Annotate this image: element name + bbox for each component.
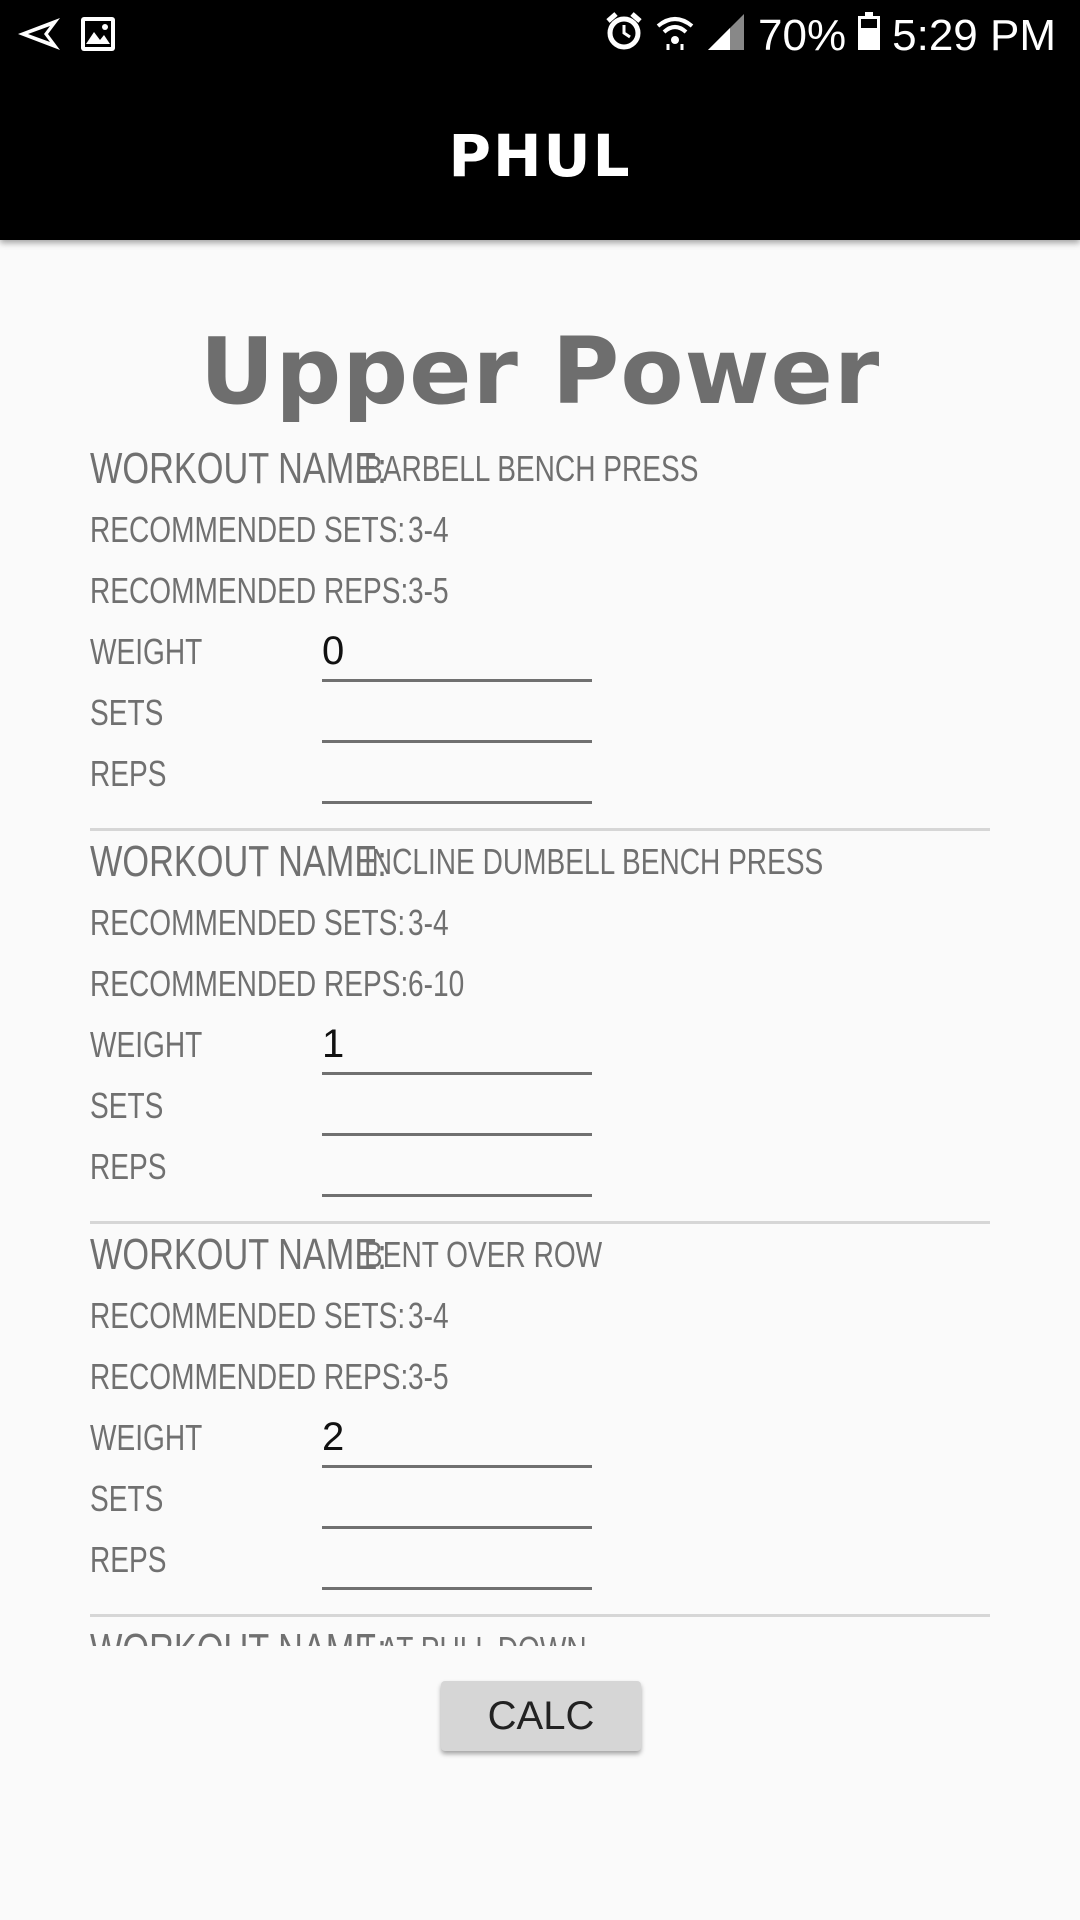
reps-row: REPS xyxy=(90,1529,990,1590)
sets-label: SETS xyxy=(90,691,164,733)
workout-name-row: WORKOUT NAME: INCLINE DUMBELL BENCH PRES… xyxy=(90,831,823,892)
recommended-reps-row: RECOMMENDED REPS: 3-5 xyxy=(90,1346,498,1407)
recommended-reps-row: RECOMMENDED REPS: 3-5 xyxy=(90,560,498,621)
status-left xyxy=(18,14,116,58)
weight-row: WEIGHT xyxy=(90,621,990,682)
recommended-sets-label: RECOMMENDED SETS: xyxy=(90,901,406,943)
page-title: Upper Power xyxy=(199,318,881,425)
battery-percent: 70% xyxy=(758,11,847,60)
recommended-reps-value: 3-5 xyxy=(408,569,449,611)
sets-input[interactable] xyxy=(322,684,592,743)
workout-name-value: LAT PULL DOWN xyxy=(364,1629,587,1647)
recommended-sets-label: RECOMMENDED SETS: xyxy=(90,508,406,550)
recommended-sets-value: 3-4 xyxy=(408,901,449,943)
sets-row: SETS xyxy=(90,682,990,743)
weight-label: WEIGHT xyxy=(90,1023,203,1065)
weight-input[interactable] xyxy=(322,1409,592,1468)
workout-card: WORKOUT NAME: INCLINE DUMBELL BENCH PRES… xyxy=(90,831,990,1224)
wifi-icon xyxy=(656,11,694,61)
send-icon xyxy=(18,17,60,55)
recommended-reps-label: RECOMMENDED REPS: xyxy=(90,1355,409,1397)
workout-list[interactable]: WORKOUT NAME: BARBELL BENCH PRESS RECOMM… xyxy=(90,438,990,1646)
recommended-reps-label: RECOMMENDED REPS: xyxy=(90,962,409,1004)
workout-name-value: BENT OVER ROW xyxy=(364,1233,603,1275)
workout-card: WORKOUT NAME: BENT OVER ROW RECOMMENDED … xyxy=(90,1224,990,1617)
workout-card: WORKOUT NAME: BARBELL BENCH PRESS RECOMM… xyxy=(90,438,990,831)
recommended-sets-value: 3-4 xyxy=(408,508,449,550)
reps-row: REPS xyxy=(90,1136,990,1197)
recommended-reps-row: RECOMMENDED REPS: 6-10 xyxy=(90,953,498,1014)
recommended-reps-value: 6-10 xyxy=(408,962,465,1004)
sets-label: SETS xyxy=(90,1477,164,1519)
signal-icon xyxy=(706,11,746,61)
reps-input[interactable] xyxy=(322,1531,592,1590)
reps-label: REPS xyxy=(90,1538,167,1580)
sets-row: SETS xyxy=(90,1075,990,1136)
workout-name-label: WORKOUT NAME: xyxy=(90,443,387,493)
app-bar: PHUL xyxy=(0,72,1080,240)
sets-input[interactable] xyxy=(322,1077,592,1136)
weight-row: WEIGHT xyxy=(90,1014,990,1075)
workout-name-label: WORKOUT NAME: xyxy=(90,1229,387,1279)
status-right: 70% 5:29 PM xyxy=(604,0,1056,72)
workout-name-value: INCLINE DUMBELL BENCH PRESS xyxy=(364,840,824,882)
workout-name-label: WORKOUT NAME: xyxy=(90,1625,387,1647)
sets-label: SETS xyxy=(90,1084,164,1126)
weight-row: WEIGHT xyxy=(90,1407,990,1468)
reps-label: REPS xyxy=(90,752,167,794)
weight-input[interactable] xyxy=(322,623,592,682)
workout-name-row: WORKOUT NAME: BARBELL BENCH PRESS xyxy=(90,438,698,499)
recommended-sets-value: 3-4 xyxy=(408,1294,449,1336)
image-icon xyxy=(80,16,116,57)
sets-input[interactable] xyxy=(322,1470,592,1529)
recommended-sets-row: RECOMMENDED SETS: 3-4 xyxy=(90,499,494,560)
recommended-sets-label: RECOMMENDED SETS: xyxy=(90,1294,406,1336)
status-bar: 70% 5:29 PM xyxy=(0,0,1080,72)
workout-card: WORKOUT NAME: LAT PULL DOWN xyxy=(90,1617,990,1647)
workout-name-row: WORKOUT NAME: LAT PULL DOWN xyxy=(90,1619,587,1647)
workout-name-label: WORKOUT NAME: xyxy=(90,836,387,886)
battery-icon xyxy=(858,11,881,61)
recommended-reps-label: RECOMMENDED REPS: xyxy=(90,569,409,611)
weight-input[interactable] xyxy=(322,1016,592,1075)
reps-input[interactable] xyxy=(322,1138,592,1197)
reps-label: REPS xyxy=(90,1145,167,1187)
workout-name-value: BARBELL BENCH PRESS xyxy=(364,447,699,489)
reps-row: REPS xyxy=(90,743,990,804)
calc-button[interactable]: CALC xyxy=(441,1681,641,1751)
sets-row: SETS xyxy=(90,1468,990,1529)
recommended-reps-value: 3-5 xyxy=(408,1355,449,1397)
alarm-icon xyxy=(604,11,644,62)
weight-label: WEIGHT xyxy=(90,630,203,672)
clock: 5:29 PM xyxy=(892,11,1056,60)
workout-name-row: WORKOUT NAME: BENT OVER ROW xyxy=(90,1224,602,1285)
weight-label: WEIGHT xyxy=(90,1416,203,1458)
recommended-sets-row: RECOMMENDED SETS: 3-4 xyxy=(90,1285,494,1346)
recommended-sets-row: RECOMMENDED SETS: 3-4 xyxy=(90,892,494,953)
reps-input[interactable] xyxy=(322,745,592,804)
app-title: PHUL xyxy=(448,122,632,190)
